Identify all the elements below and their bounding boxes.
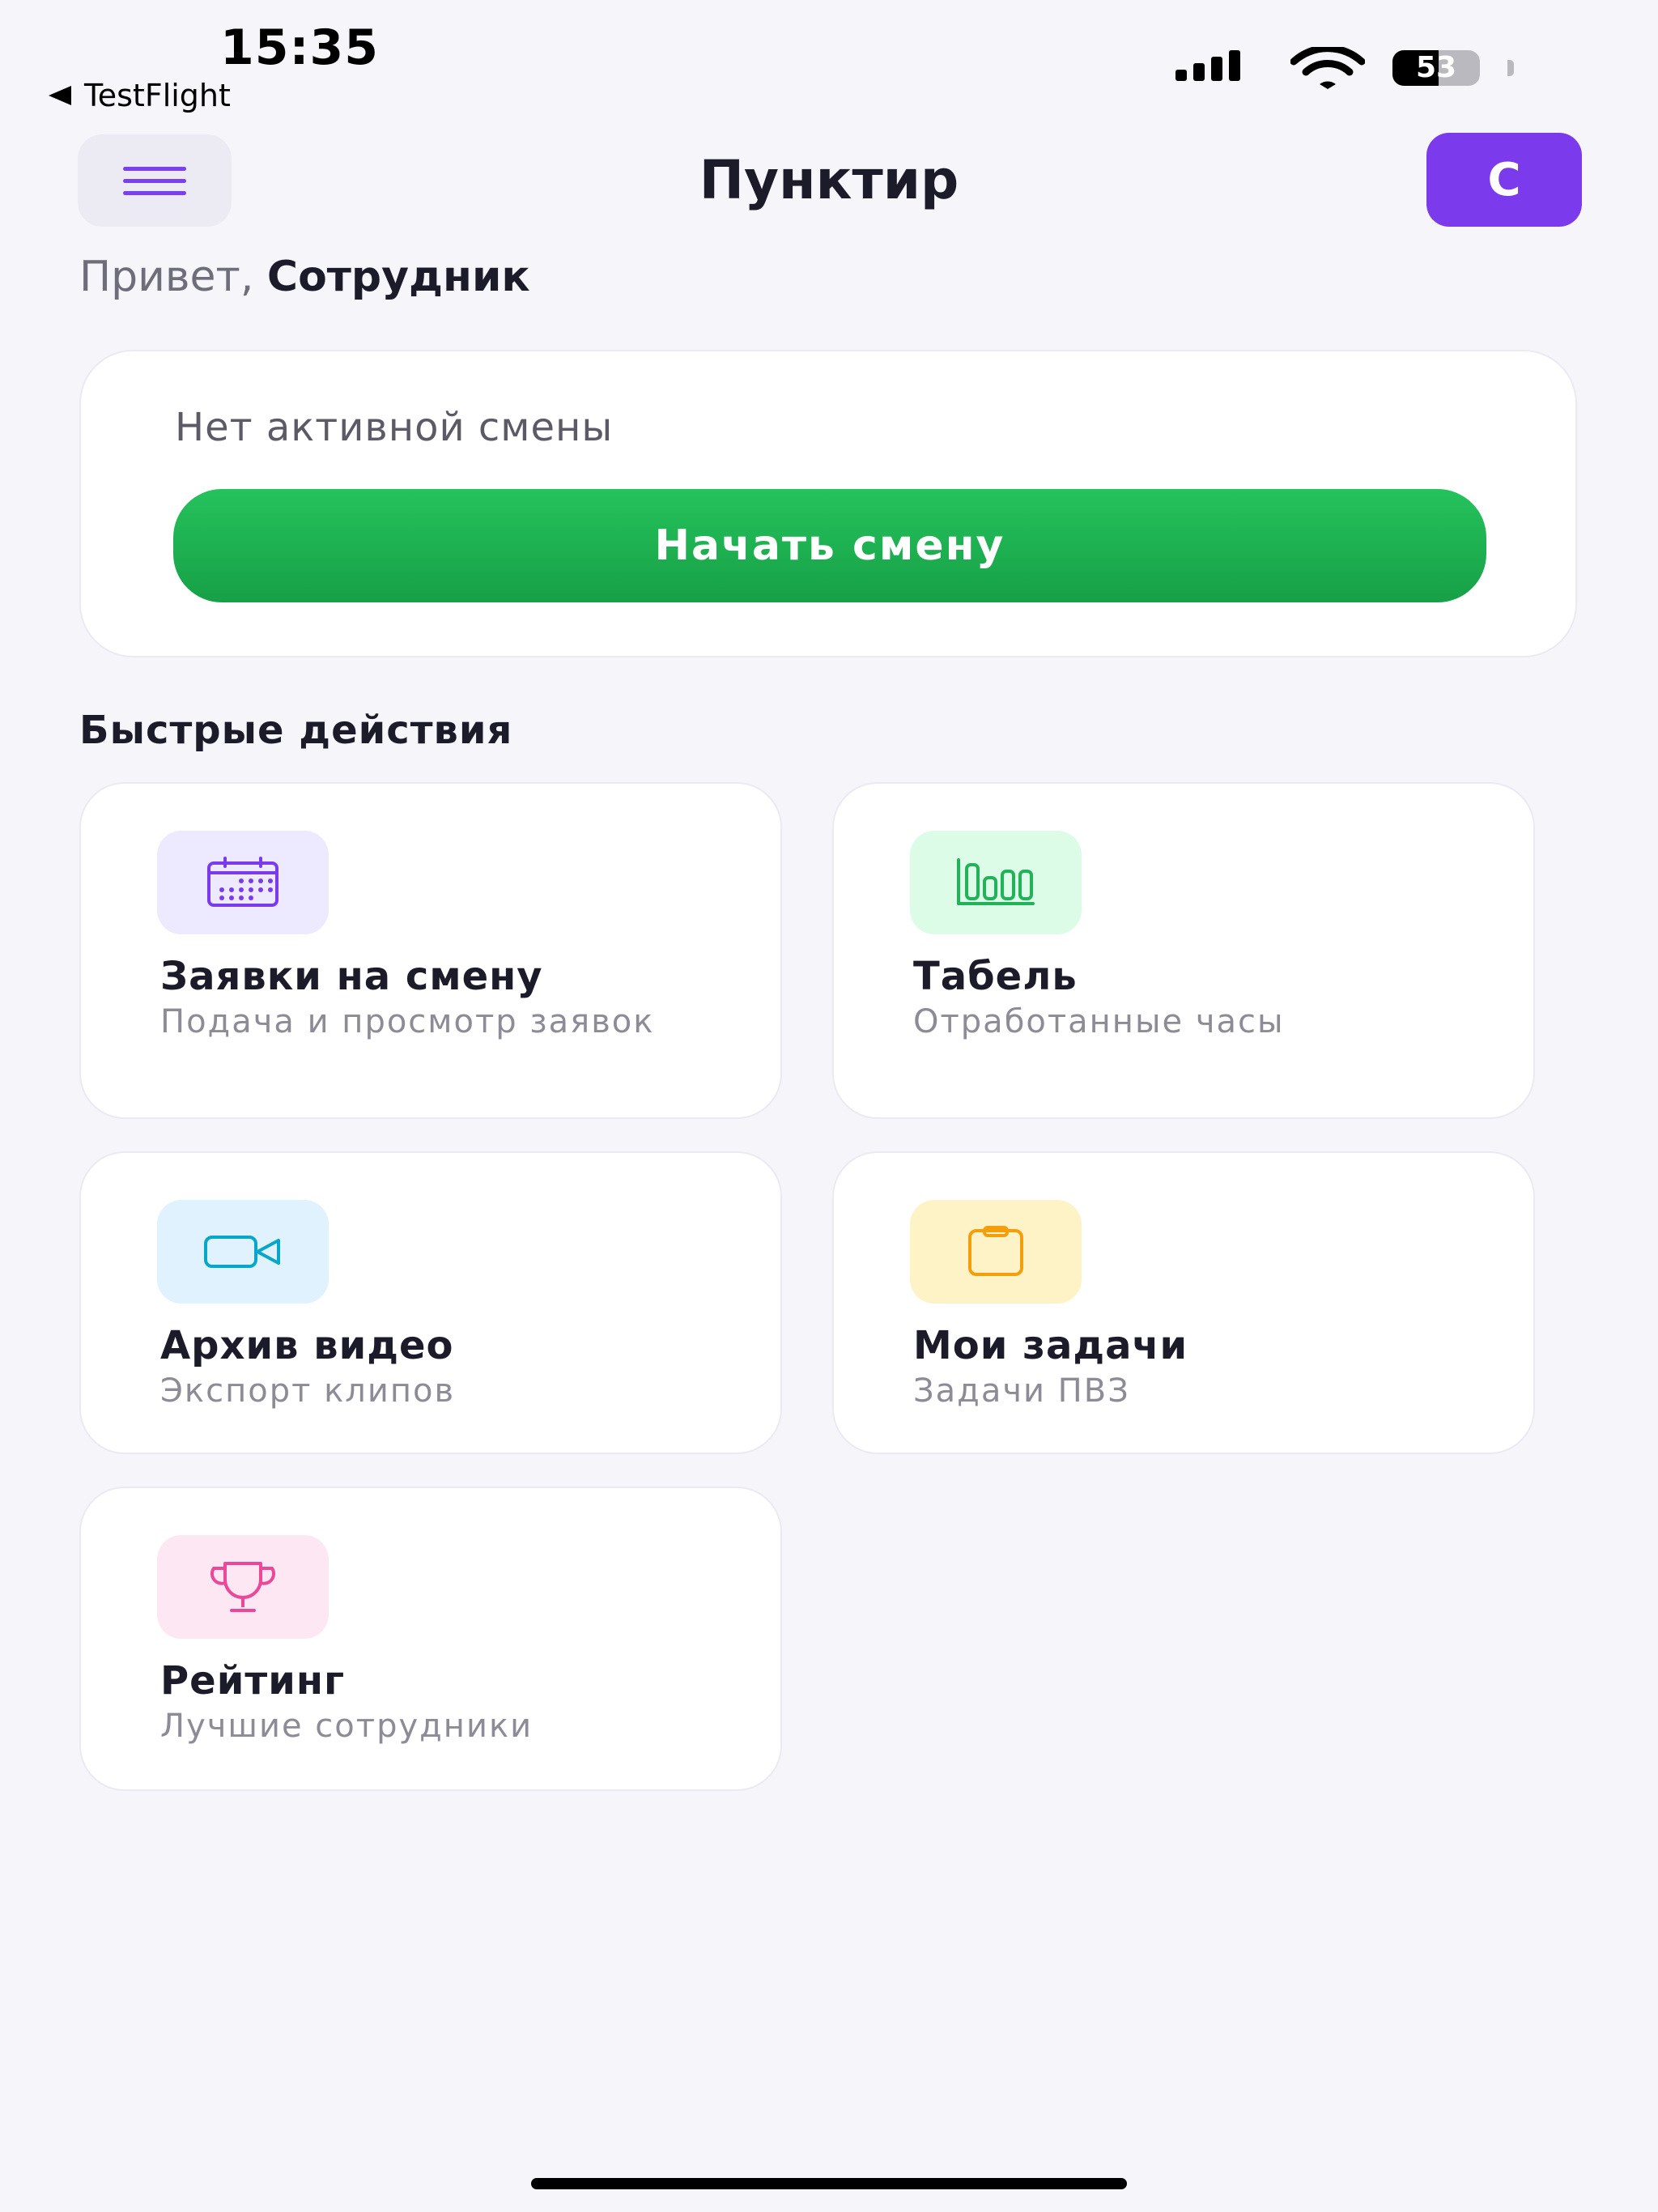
status-time: 15:35 [220,19,379,76]
calendar-icon [207,857,278,907]
clipboard-icon [968,1226,1023,1276]
home-indicator[interactable] [531,2178,1127,2189]
back-to-app-button[interactable]: TestFlight [49,78,231,113]
back-arrow-icon [49,86,71,105]
action-card-subtitle: Экспорт клипов [160,1372,456,1410]
greeting-name: Сотрудник [266,253,530,301]
shift-status-text: Нет активной смены [175,405,614,450]
action-card-title: Рейтинг [160,1658,346,1704]
start-shift-button[interactable]: Начать смену [173,489,1486,602]
action-icon-box [157,1200,329,1304]
greeting: Привет, Сотрудник [79,253,530,301]
action-card-title: Табель [913,954,1078,999]
action-icon-box [910,1200,1082,1304]
wifi-icon [1290,47,1365,89]
action-card-title: Архив видео [160,1323,454,1368]
action-card-subtitle: Задачи ПВЗ [913,1372,1130,1410]
avatar-button[interactable]: С [1426,133,1582,227]
action-icon-box [910,831,1082,934]
action-card-subtitle: Подача и просмотр заявок [160,1003,655,1040]
bar-chart-icon [957,858,1035,905]
action-icon-box [157,831,329,934]
greeting-hello: Привет, [79,253,254,301]
action-icon-box [157,1535,329,1639]
battery-nub [1507,60,1514,76]
battery-icon: 53 [1392,50,1480,86]
action-card-title: Заявки на смену [160,954,543,999]
action-card-subtitle: Лучшие сотрудники [160,1708,534,1745]
battery-percent: 53 [1415,51,1457,84]
action-card-rating[interactable] [79,1487,782,1791]
action-card-title: Мои задачи [913,1323,1188,1368]
trophy-icon [210,1562,275,1612]
back-app-label: TestFlight [84,78,231,113]
page-title: Пунктир [699,149,959,211]
cellular-signal-icon [1175,50,1240,81]
quick-actions-title: Быстрые действия [79,708,513,753]
video-camera-icon [204,1236,280,1268]
action-card-subtitle: Отработанные часы [913,1003,1285,1040]
